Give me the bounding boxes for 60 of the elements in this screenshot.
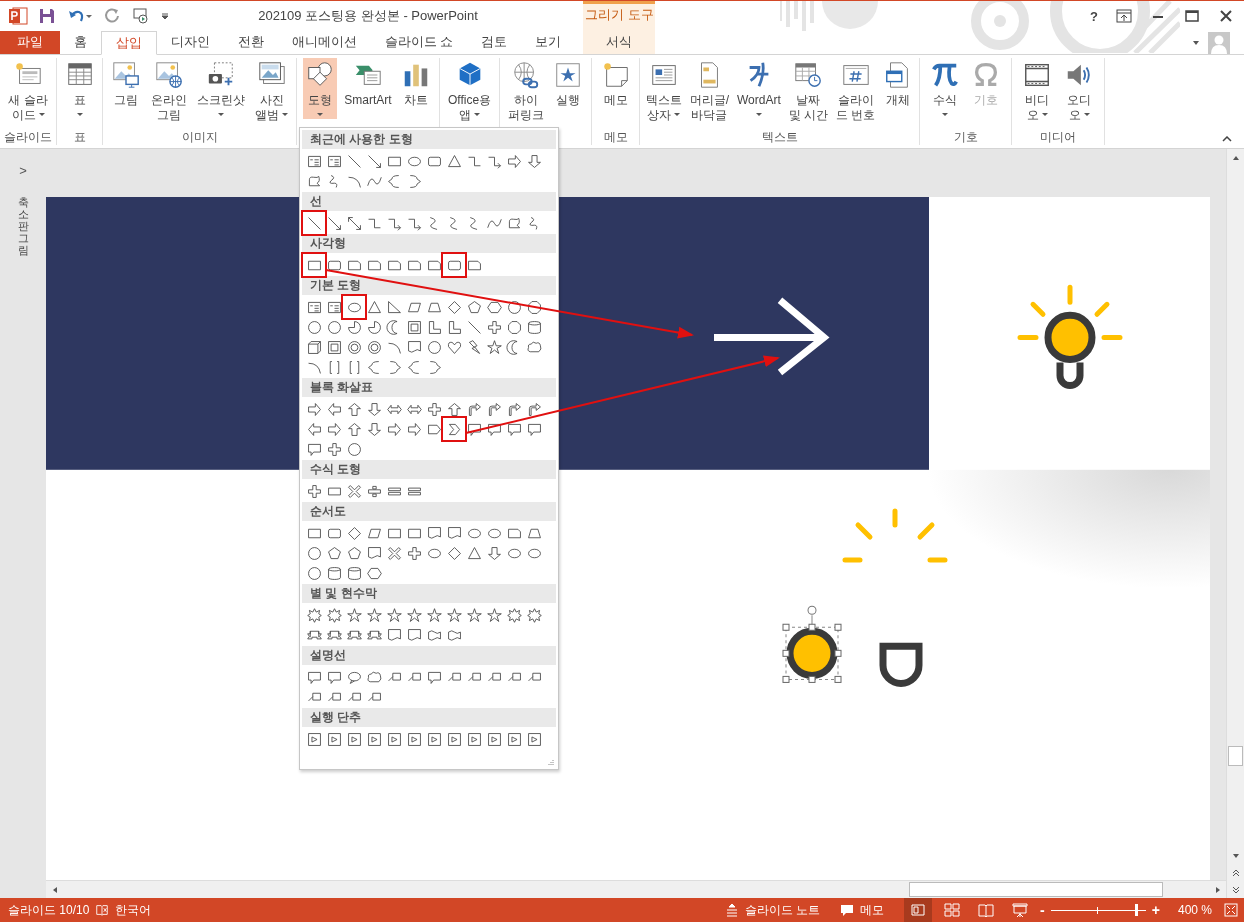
ribbon-button[interactable]: 메모 <box>598 58 633 111</box>
slide-counter: 슬라이드 10/10 <box>8 901 90 919</box>
ribbon-tab[interactable]: 삽입 <box>101 31 157 55</box>
ribbon-button[interactable]: 텍스트 상자 <box>643 58 684 126</box>
ribbon-button[interactable]: 스크린샷 <box>195 58 247 119</box>
comments-button[interactable]: 메모 <box>860 901 885 919</box>
ribbon-tab[interactable]: 전환 <box>224 31 278 54</box>
ribbon-button[interactable]: 하이 퍼링크 <box>505 58 546 126</box>
notes-button[interactable]: 슬라이드 노트 <box>744 901 821 919</box>
gallery-section-header: 블록 화살표 <box>302 378 556 397</box>
ribbon-tab[interactable]: 슬라이드 쇼 <box>371 31 468 54</box>
language-indicator[interactable]: 한국어 <box>115 901 152 919</box>
ribbon-button[interactable]: SmartArt <box>342 58 394 111</box>
ribbon-button[interactable]: 표 <box>62 58 97 119</box>
ribbon-tab[interactable]: 애니메이션 <box>278 31 371 54</box>
ribbon-button[interactable]: 날짜 및 시간 <box>786 58 830 126</box>
ribbon-tab[interactable]: 검토 <box>467 31 522 54</box>
ribbon-button[interactable]: Office용 앱 <box>445 58 494 126</box>
gallery-section-header: 순서도 <box>302 502 556 521</box>
ribbon-button[interactable]: 온라인 그림 <box>149 58 189 126</box>
ribbon-button[interactable]: 수식 <box>927 58 962 119</box>
ribbon-button[interactable]: 새 슬라 이드 <box>6 58 50 126</box>
zoom-in-button[interactable]: + <box>1151 902 1160 918</box>
group-label: 텍스트 <box>761 130 798 144</box>
ribbon-button[interactable]: 사진 앨범 <box>253 58 290 126</box>
ribbon-button[interactable]: 비디 오 <box>1020 58 1054 126</box>
gallery-section-header: 기본 도형 <box>302 276 556 295</box>
zoom-out-button[interactable]: - <box>1040 902 1045 918</box>
ribbon-button[interactable]: WordArt <box>734 58 783 119</box>
ribbon-tab[interactable]: 디자인 <box>157 31 224 54</box>
thumbnail-pane-label: 축소판 그림 <box>17 196 29 257</box>
contextual-tab-title: 그리기 도구 <box>584 7 655 24</box>
ribbon-button[interactable]: 실행 <box>551 58 586 111</box>
ribbon-tab[interactable]: 보기 <box>521 31 576 54</box>
gallery-section-header: 사각형 <box>302 234 556 253</box>
ribbon-button[interactable]: 개체 <box>881 58 916 111</box>
group-label: 기호 <box>953 130 978 144</box>
ribbon-button[interactable]: 그림 <box>109 58 143 111</box>
ribbon-tab[interactable]: 홈 <box>60 31 101 54</box>
group-label: 이미지 <box>181 130 218 144</box>
zoom-level[interactable]: 400 % <box>1177 903 1212 917</box>
group-label: 메모 <box>603 130 628 144</box>
group-label: 미디어 <box>1040 130 1076 144</box>
gallery-section-header: 설명선 <box>302 646 556 665</box>
group-label: 슬라이드 <box>4 130 52 144</box>
gallery-section-header: 최근에 사용한 도형 <box>302 130 556 149</box>
gallery-section-header: 실행 단추 <box>302 708 556 727</box>
group-label: 표 <box>73 130 86 144</box>
ribbon-button[interactable]: 머리글/ 바닥글 <box>687 58 732 126</box>
ribbon-button[interactable]: 슬라이 드 번호 <box>833 58 878 126</box>
ribbon-button[interactable]: 오디 오 <box>1062 58 1096 126</box>
ribbon-button[interactable]: 차트 <box>399 58 434 111</box>
gallery-section-header: 선 <box>302 192 556 211</box>
gallery-section-header: 수식 도형 <box>302 460 556 479</box>
gallery-section-header: 별 및 현수막 <box>302 584 556 603</box>
ribbon-button[interactable]: 도형 <box>302 58 337 119</box>
window-title: 202109 포스팅용 완성본 - PowerPoint <box>258 8 478 23</box>
help-button[interactable]: ? <box>1090 8 1098 24</box>
expand-button[interactable]: > <box>19 163 27 178</box>
file-tab[interactable]: 파일 <box>0 31 60 54</box>
